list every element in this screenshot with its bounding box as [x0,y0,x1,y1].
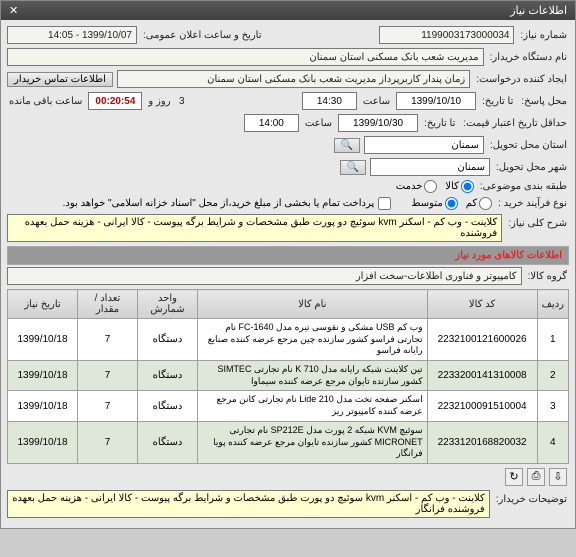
cell-qty: 7 [78,391,138,421]
table-row[interactable]: 32232100091510004اسکنر صفحه تخت مدل Lide… [8,391,569,421]
titlebar: اطلاعات نیاز ✕ [1,1,575,20]
label-classification: طبقه بندی موضوعی: [478,181,569,192]
need-info-window: اطلاعات نیاز ✕ شماره نیاز: تاریخ و ساعت … [0,0,576,529]
label-remaining: ساعت باقی مانده [7,96,84,107]
valid-date-field[interactable] [338,114,418,132]
contact-info-button[interactable]: اطلاعات تماس خریدار [7,72,113,87]
label-overall: شرح کلی نیاز: [506,214,569,229]
cell-name: وب کم USB مشکی و نقوسی تیره مدل FC-1640 … [198,319,428,361]
cell-row: 3 [537,391,568,421]
label-public-date: تاریخ و ساعت اعلان عمومی: [141,30,264,41]
radio-goods[interactable]: کالا [445,180,474,193]
refresh-icon[interactable]: ↻ [505,468,523,486]
label-delivery-state: استان محل تحویل: [488,140,569,151]
label-and-days: روز و [146,96,172,107]
cell-due: 1399/10/18 [8,361,78,391]
cell-row: 2 [537,361,568,391]
public-date-field [7,26,137,44]
label-to-date-2: تا تاریخ: [422,118,457,129]
cell-row: 4 [537,421,568,463]
col-name: نام کالا [198,290,428,319]
buyer-notes-field: کلاینت - وب کم - اسکنر kvm سوئیچ دو پورت… [7,490,490,518]
radio-low[interactable]: کم [466,197,492,210]
label-to-date-1: تا تاریخ: [480,96,515,107]
delivery-city-field[interactable] [370,158,490,176]
section-items-title: اطلاعات کالاهای مورد نیاز [7,246,569,265]
goods-group-field [7,267,522,285]
window-title: اطلاعات نیاز [510,4,567,17]
label-creator: ایجاد کننده درخواست: [474,74,569,85]
table-row[interactable]: 42233120168820032سوئیچ KVM شبکه 2 پورت م… [8,421,569,463]
label-time-2: ساعت [303,118,334,129]
label-buyer-notes: توضیحات خریدار: [494,490,569,505]
cell-code: 2232100121600026 [427,319,537,361]
label-response-deadline: محل پاسخ: [519,96,569,107]
search-icon[interactable]: 🔍 [340,160,366,175]
cell-qty: 7 [78,421,138,463]
cell-due: 1399/10/18 [8,391,78,421]
col-due: تاریخ نیاز [8,290,78,319]
label-delivery-city: شهر محل تحویل: [494,162,569,173]
cell-unit: دستگاه [138,319,198,361]
table-row[interactable]: 22233200141310008تین کلاینت شبکه رایانه … [8,361,569,391]
cell-name: سوئیچ KVM شبکه 2 پورت مدل SP212E نام تجا… [198,421,428,463]
cell-unit: دستگاه [138,361,198,391]
process-radios: کم متوسط [411,197,492,210]
payment-note-text: پرداخت تمام یا بخشی از مبلغ خرید،از محل … [63,198,375,209]
cell-code: 2233200141310008 [427,361,537,391]
search-icon[interactable]: 🔍 [334,138,360,153]
label-days-num: 3 [177,96,187,107]
creator-field [117,70,470,88]
items-table: ردیف کد کالا نام کالا واحد شمارش تعداد /… [7,289,569,464]
payment-checkbox[interactable] [378,197,391,210]
cell-name: تین کلاینت شبکه رایانه مدل K 710 نام تجا… [198,361,428,391]
delivery-state-field[interactable] [364,136,484,154]
export-icon[interactable]: ⇩ [549,468,567,486]
col-code: کد کالا [427,290,537,319]
cell-code: 2233120168820032 [427,421,537,463]
label-validity: حداقل تاریخ اعتبار قیمت: [461,118,569,129]
cell-name: اسکنر صفحه تخت مدل Lide 210 نام تجارتی ک… [198,391,428,421]
label-process-type: نوع فرآیند خرید : [496,198,569,209]
payment-note-line: پرداخت تمام یا بخشی از مبلغ خرید،از محل … [63,197,392,210]
col-qty: تعداد / مقدار [78,290,138,319]
close-icon[interactable]: ✕ [9,4,18,17]
remaining-timer: 00:20:54 [88,92,142,110]
cell-code: 2232100091510004 [427,391,537,421]
radio-medium[interactable]: متوسط [411,197,457,210]
table-toolbar: ⇩ ⎙ ↻ [7,464,569,490]
label-need-no: شماره نیاز: [518,30,569,41]
cell-qty: 7 [78,361,138,391]
label-time-1: ساعت [361,96,392,107]
need-no-field [379,26,514,44]
cell-unit: دستگاه [138,391,198,421]
print-icon[interactable]: ⎙ [527,468,545,486]
cell-unit: دستگاه [138,421,198,463]
label-buyer-org: نام دستگاه خریدار: [488,52,569,63]
cell-due: 1399/10/18 [8,319,78,361]
overall-desc-field: کلاینت - وب کم - اسکنر kvm سوئیچ دو پورت… [7,214,502,242]
cell-qty: 7 [78,319,138,361]
col-row: ردیف [537,290,568,319]
cell-row: 1 [537,319,568,361]
table-row[interactable]: 12232100121600026وب کم USB مشکی و نقوسی … [8,319,569,361]
label-goods-group: گروه کالا: [526,271,569,282]
col-unit: واحد شمارش [138,290,198,319]
buyer-org-field [7,48,484,66]
classification-radios: کالا خدمت [396,180,474,193]
valid-time-field[interactable] [244,114,299,132]
radio-service[interactable]: خدمت [396,180,438,193]
resp-time-field[interactable] [302,92,357,110]
cell-due: 1399/10/18 [8,421,78,463]
resp-date-field[interactable] [396,92,476,110]
